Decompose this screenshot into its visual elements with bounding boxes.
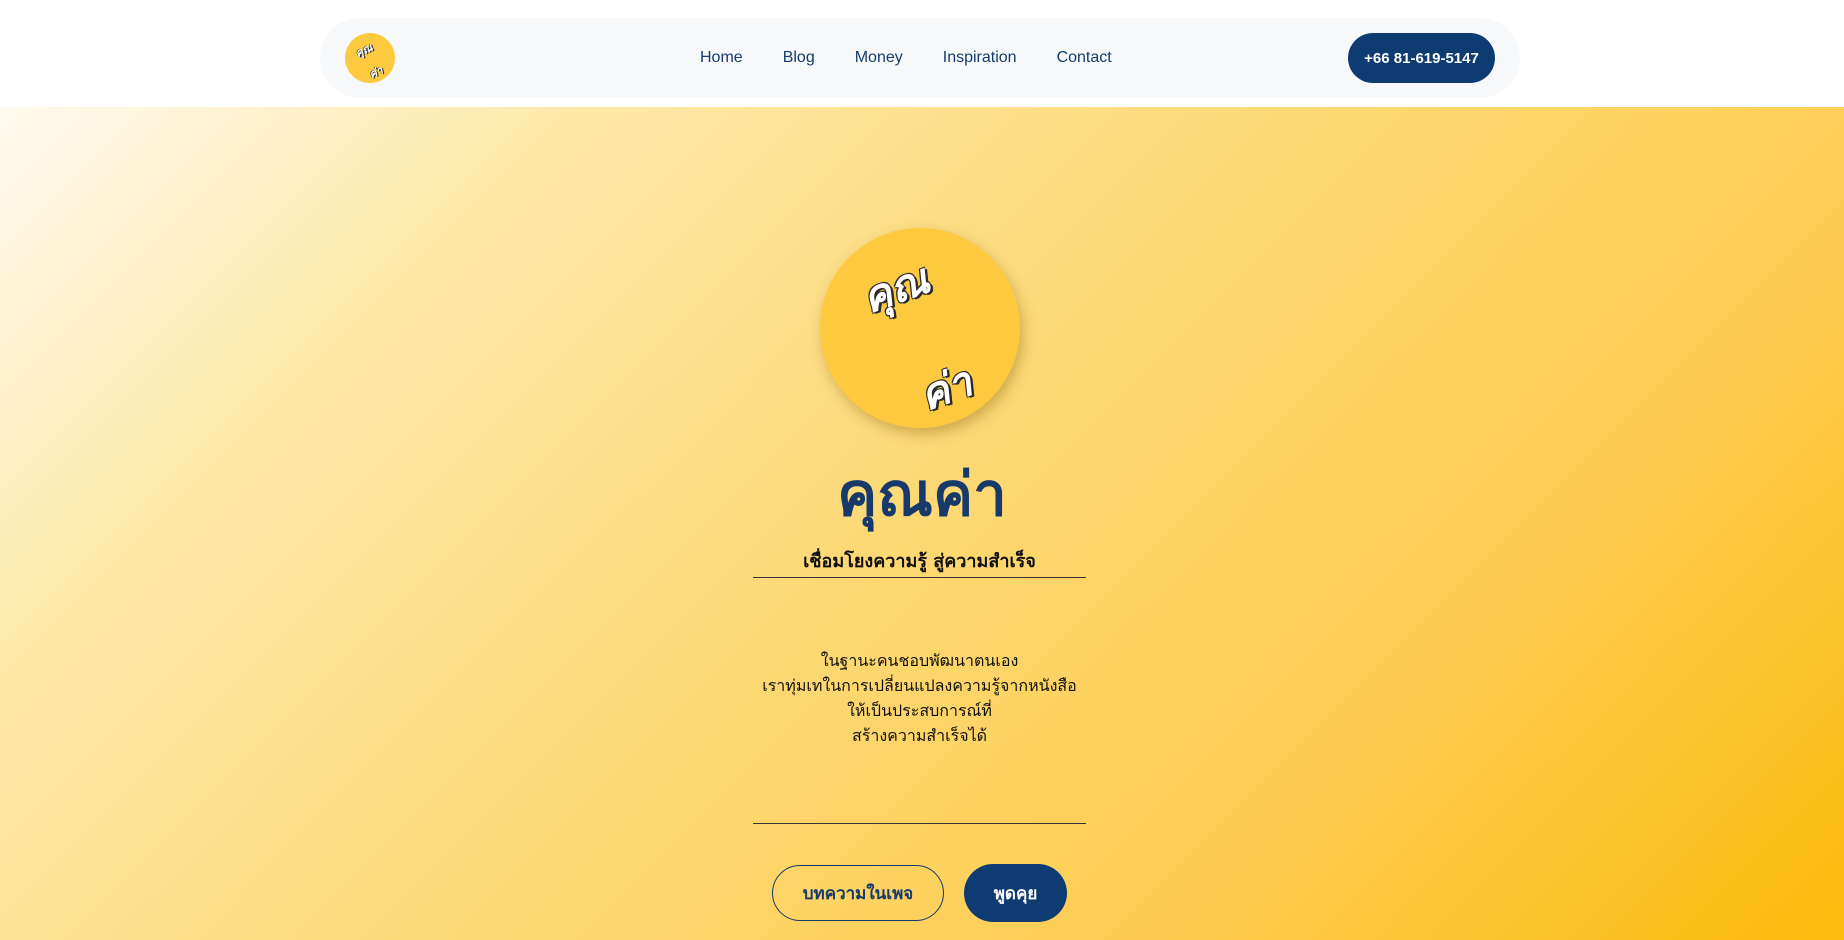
description-line: สร้างความสำเร็จได้ xyxy=(852,726,987,745)
nav-link-blog[interactable]: Blog xyxy=(783,49,815,67)
description-line: ในฐานะคนชอบพัฒนาตนเอง xyxy=(820,651,1019,670)
hero-logo: คุณ ค่า xyxy=(820,228,1020,428)
site-logo[interactable]: คุณ ค่า xyxy=(345,33,395,83)
hero-subtitle: เชื่อมโยงความรู้ สู่ความสำเร็จ xyxy=(803,551,1036,572)
phone-button[interactable]: +66 81-619-5147 xyxy=(1348,33,1495,83)
nav-link-contact[interactable]: Contact xyxy=(1057,49,1112,67)
logo-text-top: คุณ xyxy=(353,40,375,61)
subtitle-divider xyxy=(753,577,1086,578)
nav-link-inspiration[interactable]: Inspiration xyxy=(943,49,1017,67)
talk-button[interactable]: พูดคุย xyxy=(964,864,1067,922)
hero-title: คุณค่า xyxy=(837,460,1007,530)
logo-text-bottom: ค่า xyxy=(367,63,385,82)
hero-description: ในฐานะคนชอบพัฒนาตนเอง เราทุ่มเทในการเปลี… xyxy=(743,648,1096,748)
nav-link-money[interactable]: Money xyxy=(855,49,903,67)
nav-link-home[interactable]: Home xyxy=(700,49,743,67)
nav-menu: Home Blog Money Inspiration Contact xyxy=(700,18,1112,98)
hero-logo-text-top: คุณ xyxy=(855,254,936,324)
top-navbar: คุณ ค่า Home Blog Money Inspiration Cont… xyxy=(320,18,1520,98)
articles-button[interactable]: บทความในเพจ xyxy=(772,865,944,921)
description-line: เราทุ่มเทในการเปลี่ยนแปลงความรู้จากหนังส… xyxy=(762,676,1077,695)
description-line: ให้เป็นประสบการณ์ที่ xyxy=(847,701,992,720)
description-divider xyxy=(753,823,1086,824)
